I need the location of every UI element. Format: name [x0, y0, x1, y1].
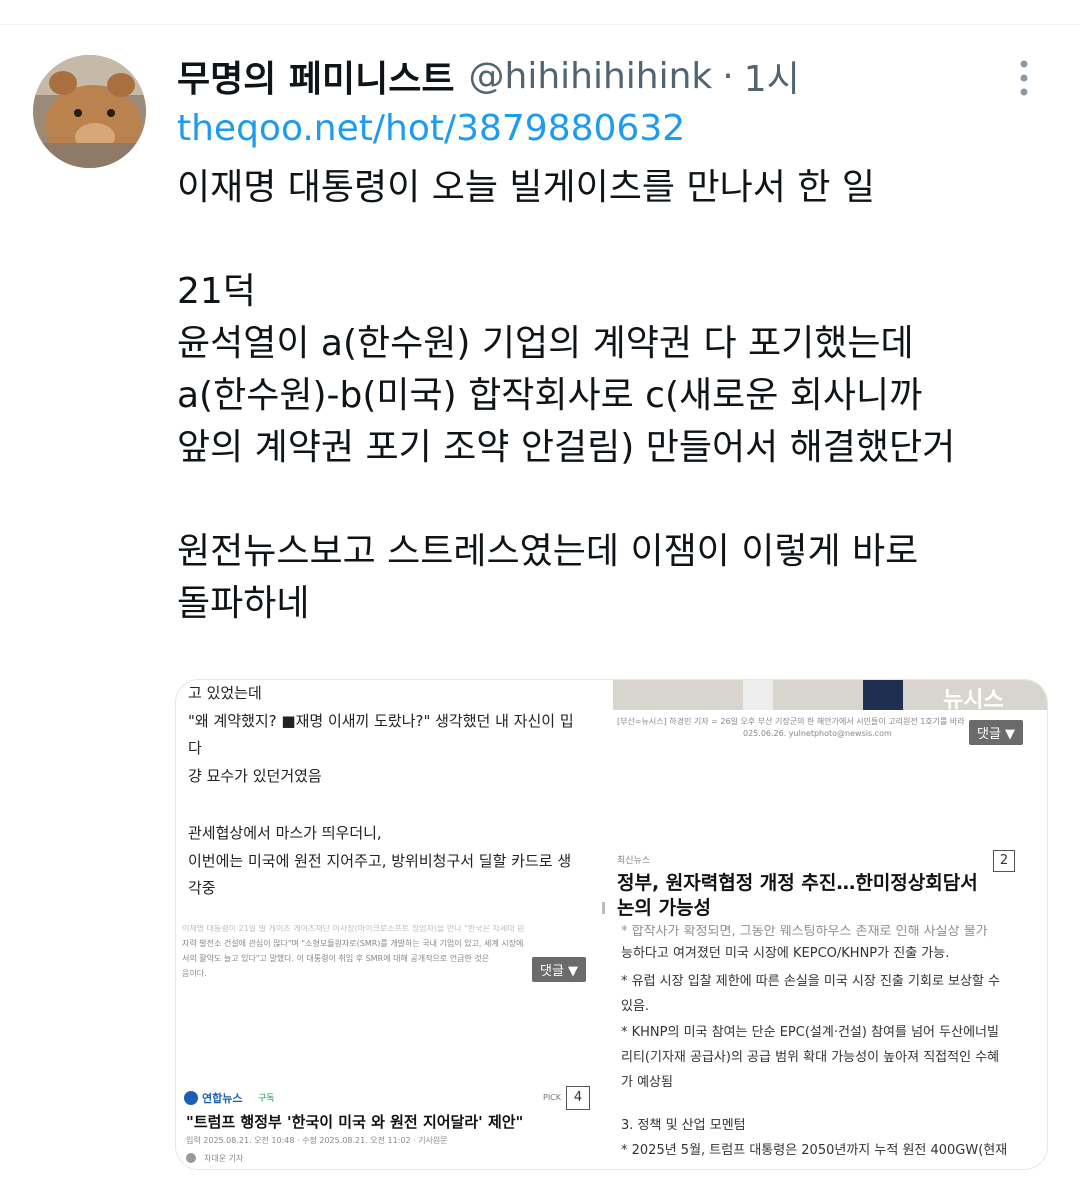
image-text-line: 고 있었는데: [188, 684, 262, 702]
news-photo: 뉴시스: [613, 680, 1047, 713]
image-index-badge: 2: [993, 850, 1015, 872]
article-text: 음이다.: [182, 969, 207, 978]
image-text-line: 각중: [188, 879, 216, 897]
comment-button[interactable]: 댓글 ▼: [969, 720, 1024, 745]
image-text-line: 능하다고 여겨졌던 미국 시장에 KEPCO/KHNP가 진출 가능.: [621, 946, 950, 961]
article-text: 서의 활약도 늘고 있다"고 말했다. 이 대통령이 취임 후 SMR에 대해 …: [182, 954, 490, 963]
tweet-line: a(한수원)-b(미국) 합작회사로 c(새로운 회사니까: [177, 375, 923, 416]
meta-separator: ·: [722, 55, 734, 97]
news-headline: "트럼프 행정부 '한국이 미국 와 원전 지어달라' 제안": [186, 1113, 524, 1131]
photo-caption: [부산=뉴시스] 하경민 기자 = 26일 오후 부산 기장군의 한 해안가에서…: [617, 717, 965, 726]
reporter-avatar: [186, 1153, 196, 1163]
tweet-line: 원전뉴스보고 스트레스였는데 이잼이 이렇게 바로: [177, 531, 919, 572]
image-text-line: * 합작사가 확정되면, 그동안 웨스팅하우스 존재로 인해 사실상 불가: [621, 925, 988, 939]
image-text-line: 걍 묘수가 있던거였음: [188, 767, 322, 785]
tweet-text: 이재명 대통령이 오늘 빌게이츠를 만나서 한 일 21덕 윤석열이 a(한수원…: [177, 162, 1057, 630]
media-image-3[interactable]: 이재명 대통령이 21일 빌 게이츠 게이츠재단 이사장(마이크로소프트 창업자…: [176, 925, 607, 1169]
tweet-line: 앞의 계약권 포기 조약 안걸림) 만들어서 해결했단거: [177, 427, 956, 468]
image-index-badge: 4: [566, 1086, 590, 1110]
tweet-link[interactable]: theqoo.net/hot/3879880632: [177, 108, 685, 149]
image-text-line: 리티(기자재 공급사)의 공급 범위 확대 가능성이 높아져 직접적인 수혜: [621, 1050, 1000, 1065]
tweet-line: 21덕: [177, 271, 256, 312]
media-grid: 고 있었는데 "왜 계약했지? ■재명 이새끼 도랐나?" 생각했던 내 자신이…: [175, 679, 1048, 1170]
tweet-line: 윤석열이 a(한수원) 기업의 계약권 다 포기했는데: [177, 323, 914, 364]
news-source: 연합뉴스: [202, 1092, 243, 1105]
tweet-header: 무명의 페미니스트 @hihihihihink · 1시: [177, 50, 800, 102]
top-divider: [0, 24, 1080, 25]
comment-button[interactable]: 댓글 ▼: [532, 957, 587, 982]
image-text-line: 있음.: [621, 999, 650, 1014]
article-text: 자력 발전소 건설에 관심이 많다"며 "소형모듈원자로(SMR)를 개발하는 …: [182, 939, 524, 948]
image-text-line: * KHNP의 미국 참여는 단순 EPC(설계·건설) 참여를 넘어 두산에너…: [621, 1025, 999, 1040]
image-text-line: 이번에는 미국에 원전 지어주고, 방위비청구서 딜할 카드로 생: [188, 852, 572, 870]
reporter-name: 차대운 기자: [204, 1154, 244, 1163]
media-image-4[interactable]: * 합작사가 확정되면, 그동안 웨스팅하우스 존재로 인해 사실상 불가 능하…: [613, 925, 1047, 1169]
news-headline-2: 논의 가능성: [617, 897, 712, 919]
image-scrollbar: [602, 902, 605, 914]
image-text-line: 가 예상됨: [621, 1075, 673, 1090]
image-text-line: 관세협상에서 마스가 띄우더니,: [188, 824, 382, 842]
image-text-line: * 2025년 5월, 트럼프 대통령은 2050년까지 누적 원전 400GW…: [621, 1143, 1008, 1158]
avatar-image: [33, 55, 146, 168]
author-handle[interactable]: @hihihihihink: [469, 56, 713, 97]
photo-caption-2: 025.06.26. yulnetphoto@newsis.com: [743, 729, 892, 738]
image-text-line: 다: [188, 739, 202, 757]
photo-watermark: 뉴시스: [943, 688, 1004, 713]
image-text-line: "왜 계약했지? ■재명 이새끼 도랐나?" 생각했던 내 자신이 밉: [188, 712, 574, 730]
avatar[interactable]: [33, 55, 146, 168]
more-options-icon[interactable]: [1006, 58, 1042, 98]
media-image-1[interactable]: 고 있었는데 "왜 계약했지? ■재명 이새끼 도랐나?" 생각했던 내 자신이…: [176, 680, 607, 919]
image-text-line: * 유럽 시장 입찰 제한에 따른 손실을 미국 시장 진출 기회로 보상할 수: [621, 974, 1001, 989]
media-image-2[interactable]: 뉴시스 [부산=뉴시스] 하경민 기자 = 26일 오후 부산 기장군의 한 해…: [613, 680, 1047, 919]
news-logo-icon: [184, 1091, 198, 1105]
tweet-time[interactable]: 1시: [744, 50, 800, 102]
pick-label: PICK: [543, 1093, 562, 1102]
subscribe-label[interactable]: 구독: [258, 1091, 275, 1104]
media-divider-horizontal: [176, 919, 1047, 925]
article-dateline: 입력 2025.08.21. 오전 10:48 · 수정 2025.08.21.…: [186, 1136, 448, 1145]
article-text: 이재명 대통령이 21일 빌 게이츠 게이츠재단 이사장(마이크로소프트 창업자…: [182, 925, 525, 933]
tweet-line: 이재명 대통령이 오늘 빌게이츠를 만나서 한 일: [177, 167, 875, 208]
author-name[interactable]: 무명의 페미니스트: [177, 50, 455, 102]
image-text-line: 3. 정책 및 산업 모멘텀: [621, 1118, 746, 1133]
news-headline: 정부, 원자력협정 개정 추진…한미정상회담서: [617, 872, 978, 894]
tweet-line: 돌파하네: [177, 583, 310, 624]
news-source: 최신뉴스: [617, 856, 651, 866]
